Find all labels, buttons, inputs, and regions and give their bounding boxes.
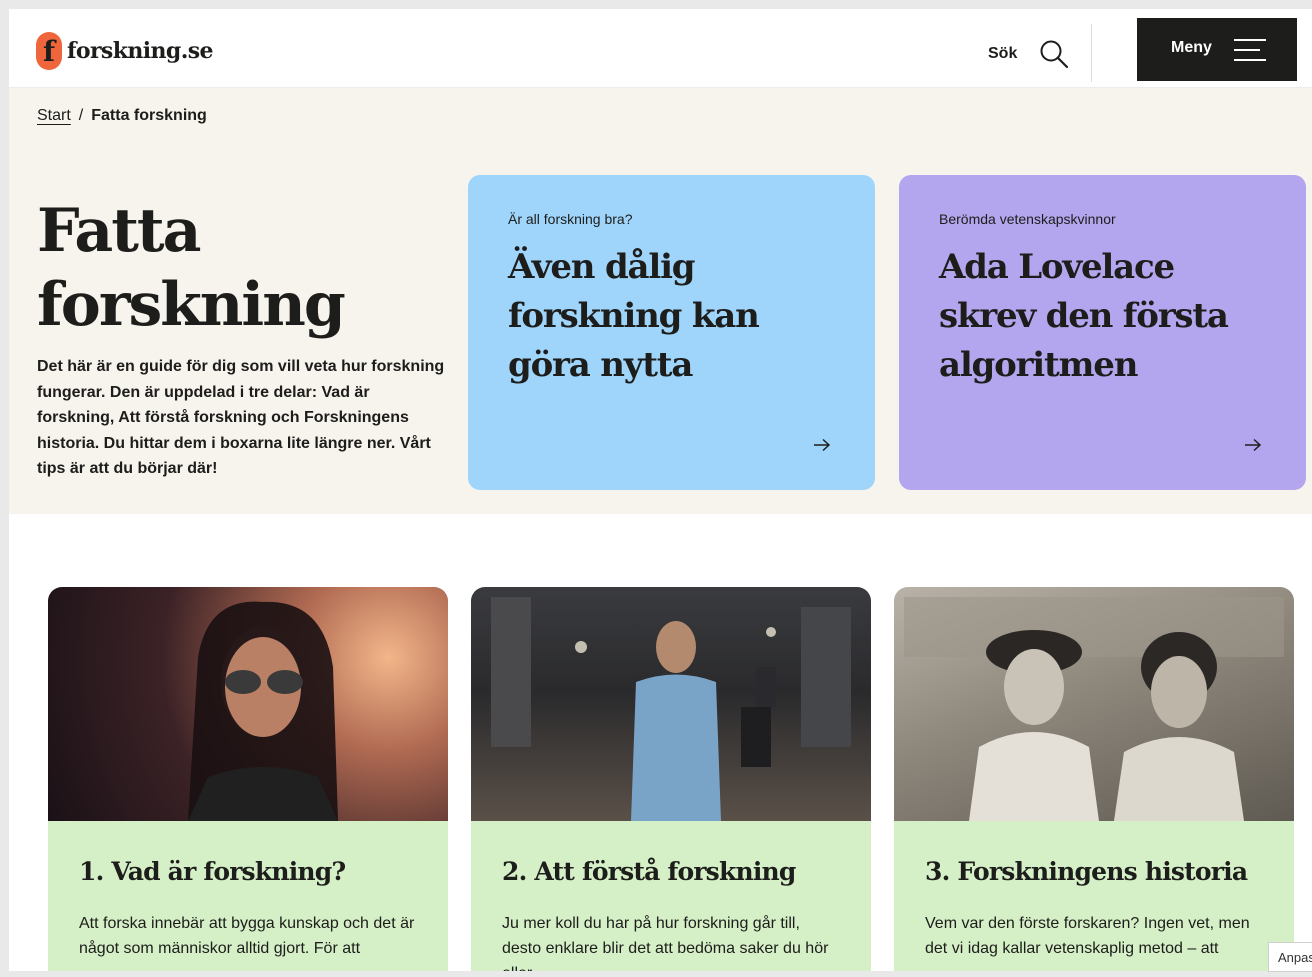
site-header: f forskning.se Sök Meny xyxy=(9,9,1312,88)
section-image-man-thinking xyxy=(471,587,871,821)
section-image-woman-sunglasses xyxy=(48,587,448,821)
hero-section: Start / Fatta forskning Fatta forskning … xyxy=(9,88,1312,514)
hero-intro-text: Det här är en guide för dig som vill vet… xyxy=(37,358,445,477)
search-button[interactable]: Sök xyxy=(988,39,1069,69)
feature-card-heading: Ada Lovelace skrev den första algoritmen xyxy=(939,247,1229,385)
feature-card-kicker: Är all forskning bra? xyxy=(508,211,633,227)
page-title: Fatta forskning xyxy=(37,196,346,340)
section-text: Att forska innebär att bygga kunskap och… xyxy=(79,915,415,957)
section-card-research-history[interactable]: 3. Forskningens historia Vem var den för… xyxy=(894,587,1294,971)
feature-card-bad-research[interactable]: Är all forskning bra? Även dålig forskni… xyxy=(468,175,875,490)
section-text: Vem var den förste forskaren? Ingen vet,… xyxy=(925,915,1250,957)
menu-button[interactable]: Meny xyxy=(1137,18,1297,81)
section-card-understand-research[interactable]: 2. Att förstå forskning Ju mer koll du h… xyxy=(471,587,871,971)
section-image-historic-women xyxy=(894,587,1294,821)
section-title: 1. Vad är forskning? xyxy=(79,857,346,886)
section-title: 3. Forskningens historia xyxy=(925,857,1248,886)
cookie-settings-tab[interactable]: Anpas xyxy=(1268,942,1312,972)
menu-label: Meny xyxy=(1171,38,1212,56)
breadcrumb-separator: / xyxy=(78,107,84,124)
breadcrumb-current: Fatta forskning xyxy=(91,107,207,124)
logo-text: forskning.se xyxy=(67,38,214,64)
search-icon xyxy=(1040,40,1069,69)
header-divider xyxy=(1091,24,1092,82)
site-logo[interactable]: f forskning.se xyxy=(36,31,214,71)
photo-illustration xyxy=(904,597,1284,821)
feature-card-kicker: Berömda vetenskapskvinnor xyxy=(939,211,1116,227)
window-bottom-edge xyxy=(9,971,1312,977)
photo-illustration xyxy=(188,601,338,821)
photo-illustration xyxy=(491,597,851,821)
section-title: 2. Att förstå forskning xyxy=(502,857,796,886)
arrow-right-icon xyxy=(814,438,831,452)
breadcrumb: Start / Fatta forskning xyxy=(37,107,207,125)
arrow-right-icon xyxy=(1245,438,1262,452)
hamburger-icon xyxy=(1233,37,1266,63)
page: f forskning.se Sök Meny Start / Fatta fo… xyxy=(9,9,1312,971)
section-card-what-is-research[interactable]: 1. Vad är forskning? Att forska innebär … xyxy=(48,587,448,971)
logo-mark-icon: f xyxy=(36,32,62,70)
breadcrumb-home-link[interactable]: Start xyxy=(37,107,71,125)
search-label: Sök xyxy=(988,45,1018,62)
feature-card-heading: Även dålig forskning kan göra nytta xyxy=(508,247,760,385)
section-text: Ju mer koll du har på hur forskning går … xyxy=(502,915,829,971)
feature-card-ada-lovelace[interactable]: Berömda vetenskapskvinnor Ada Lovelace s… xyxy=(899,175,1306,490)
